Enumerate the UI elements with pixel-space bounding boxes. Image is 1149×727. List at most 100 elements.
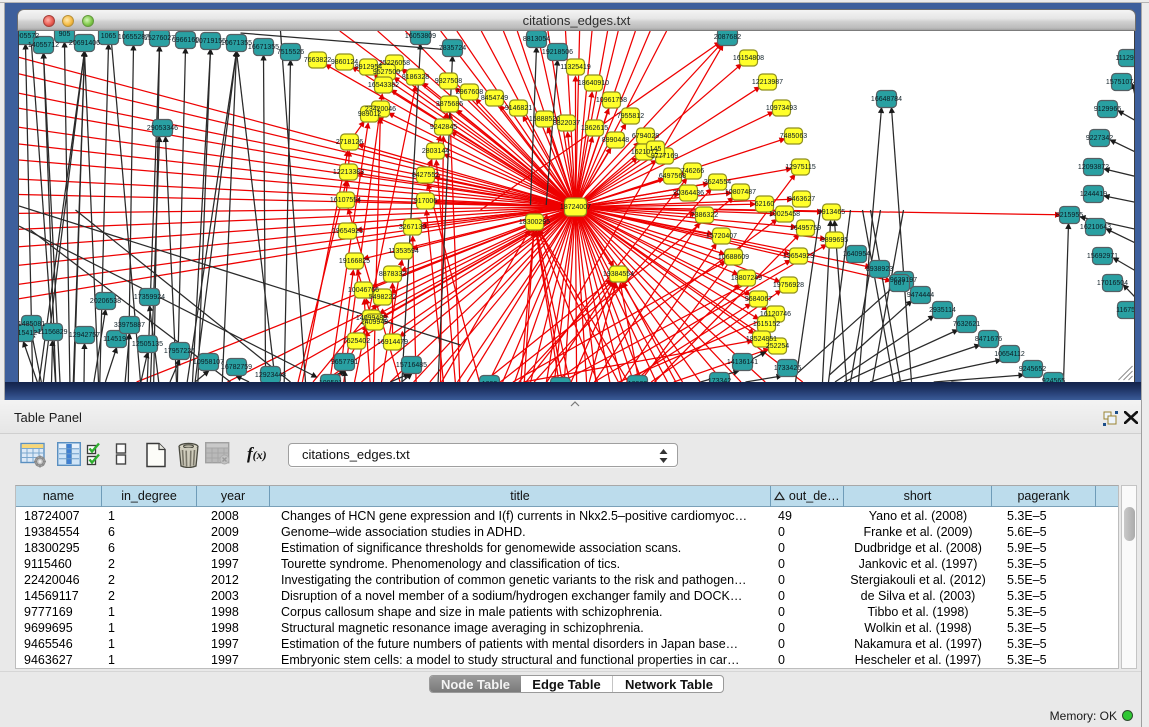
svg-text:2967608: 2967608 bbox=[456, 89, 483, 96]
svg-text:18724007: 18724007 bbox=[560, 204, 591, 211]
svg-text:1112954: 1112954 bbox=[1115, 55, 1135, 62]
svg-text:10961758: 10961758 bbox=[596, 97, 627, 104]
svg-text:12923448: 12923448 bbox=[255, 372, 286, 379]
svg-text:19166825: 19166825 bbox=[339, 258, 370, 265]
svg-text:17957225: 17957225 bbox=[164, 348, 195, 355]
svg-text:9245652: 9245652 bbox=[1019, 366, 1046, 373]
svg-text:9146821: 9146821 bbox=[505, 105, 532, 112]
svg-text:1145194: 1145194 bbox=[103, 336, 130, 343]
svg-text:12213383: 12213383 bbox=[333, 169, 364, 176]
svg-text:18300295: 18300295 bbox=[519, 219, 550, 226]
svg-text:19384554: 19384554 bbox=[603, 271, 634, 278]
svg-text:7632621: 7632621 bbox=[953, 321, 980, 328]
svg-text:17359924: 17359924 bbox=[134, 294, 165, 301]
svg-text:9684067: 9684067 bbox=[745, 296, 772, 303]
svg-text:2803144: 2803144 bbox=[422, 148, 449, 155]
svg-text:8990448: 8990448 bbox=[602, 137, 629, 144]
svg-text:16120746: 16120746 bbox=[760, 311, 791, 318]
svg-text:18807249: 18807249 bbox=[731, 275, 762, 282]
svg-text:8471676: 8471676 bbox=[975, 336, 1002, 343]
svg-text:3915412: 3915412 bbox=[19, 330, 37, 337]
svg-text:8427552: 8427552 bbox=[412, 172, 439, 179]
svg-text:8215955: 8215955 bbox=[1056, 212, 1083, 219]
svg-text:2935114: 2935114 bbox=[929, 307, 956, 314]
svg-text:16107554: 16107554 bbox=[330, 197, 361, 204]
svg-text:9777169: 9777169 bbox=[651, 153, 678, 160]
svg-text:7515526: 7515526 bbox=[277, 49, 304, 56]
svg-text:16154808: 16154808 bbox=[733, 55, 764, 62]
svg-text:11325419: 11325419 bbox=[560, 64, 591, 71]
svg-text:9657791: 9657791 bbox=[331, 359, 358, 366]
svg-text:667: 667 bbox=[894, 280, 906, 287]
svg-text:116753: 116753 bbox=[1116, 307, 1135, 314]
svg-text:10807487: 10807487 bbox=[725, 189, 756, 196]
svg-text:7955812: 7955812 bbox=[617, 113, 644, 120]
svg-text:109581: 109581 bbox=[319, 380, 342, 382]
svg-text:10688609: 10688609 bbox=[718, 254, 749, 261]
svg-text:1244419: 1244419 bbox=[1080, 191, 1107, 198]
svg-text:16648784: 16648784 bbox=[871, 96, 902, 103]
svg-text:7625402: 7625402 bbox=[343, 338, 370, 345]
svg-text:16671355: 16671355 bbox=[248, 44, 279, 51]
svg-text:9227342: 9227342 bbox=[1086, 135, 1113, 142]
svg-text:6794028: 6794028 bbox=[632, 133, 659, 140]
svg-text:10654112: 10654112 bbox=[994, 351, 1025, 358]
svg-text:145: 145 bbox=[650, 146, 662, 153]
svg-text:3624554: 3624554 bbox=[704, 179, 731, 186]
svg-text:8938923: 8938923 bbox=[866, 266, 893, 273]
svg-text:8322037: 8322037 bbox=[553, 120, 580, 127]
svg-text:1905572: 1905572 bbox=[19, 33, 39, 40]
svg-text:25226058: 25226058 bbox=[379, 60, 410, 67]
svg-text:252254: 252254 bbox=[766, 343, 789, 350]
svg-text:10025458: 10025458 bbox=[769, 211, 800, 218]
svg-text:33975887: 33975887 bbox=[114, 322, 145, 329]
svg-text:16495759: 16495759 bbox=[790, 225, 821, 232]
svg-text:2409948: 2409948 bbox=[361, 319, 388, 326]
svg-text:16914479: 16914479 bbox=[377, 339, 408, 346]
svg-text:16210643: 16210643 bbox=[1080, 224, 1111, 231]
svg-text:19654925: 19654925 bbox=[332, 228, 363, 235]
svg-text:8186328: 8186328 bbox=[402, 74, 429, 81]
svg-text:15276027: 15276027 bbox=[144, 35, 175, 42]
svg-text:9463627: 9463627 bbox=[788, 196, 815, 203]
svg-text:1292: 1292 bbox=[482, 381, 498, 382]
svg-text:8878332: 8878332 bbox=[379, 271, 406, 278]
svg-text:15716485: 15716485 bbox=[396, 362, 427, 369]
svg-text:7386322: 7386322 bbox=[691, 212, 718, 219]
svg-text:7485063: 7485063 bbox=[780, 133, 807, 140]
svg-text:15720407: 15720407 bbox=[706, 233, 737, 240]
svg-text:20691406: 20691406 bbox=[69, 40, 100, 47]
svg-text:20364436: 20364436 bbox=[673, 190, 704, 197]
svg-text:19218506: 19218506 bbox=[542, 49, 573, 56]
svg-text:15751074: 15751074 bbox=[1106, 79, 1135, 86]
svg-text:19654923: 19654923 bbox=[783, 253, 814, 260]
svg-text:12505135: 12505135 bbox=[132, 341, 163, 348]
svg-text:8813054: 8813054 bbox=[523, 36, 550, 43]
svg-text:29053346: 29053346 bbox=[147, 125, 178, 132]
svg-text:3267130: 3267130 bbox=[399, 224, 426, 231]
svg-text:924565: 924565 bbox=[1042, 378, 1065, 382]
svg-text:11353594: 11353594 bbox=[388, 248, 419, 255]
svg-text:11156829: 11156829 bbox=[37, 329, 67, 336]
svg-text:746266: 746266 bbox=[681, 168, 704, 175]
svg-text:12923: 12923 bbox=[628, 381, 648, 382]
svg-text:14055712: 14055712 bbox=[28, 42, 59, 49]
svg-text:16053809: 16053809 bbox=[405, 33, 436, 40]
svg-text:9913465: 9913465 bbox=[818, 209, 845, 216]
svg-text:1733426: 1733426 bbox=[774, 365, 801, 372]
svg-text:9129966: 9129966 bbox=[1094, 106, 1121, 113]
svg-text:9242845: 9242845 bbox=[430, 124, 457, 131]
svg-text:20206538: 20206538 bbox=[90, 298, 121, 305]
svg-text:12975115: 12975115 bbox=[785, 164, 816, 171]
svg-text:9327508: 9327508 bbox=[435, 78, 462, 85]
svg-text:8454749: 8454749 bbox=[481, 95, 508, 102]
svg-text:16782759: 16782759 bbox=[221, 364, 252, 371]
svg-text:1362615: 1362615 bbox=[581, 125, 608, 132]
svg-text:10973493: 10973493 bbox=[766, 105, 797, 112]
svg-text:10046766: 10046766 bbox=[348, 287, 379, 294]
svg-text:16543382: 16543382 bbox=[368, 82, 399, 89]
svg-text:905: 905 bbox=[59, 31, 71, 38]
svg-text:17016504: 17016504 bbox=[1097, 280, 1128, 287]
svg-text:18524851: 18524851 bbox=[746, 336, 777, 343]
svg-text:1640954: 1640954 bbox=[843, 251, 870, 258]
